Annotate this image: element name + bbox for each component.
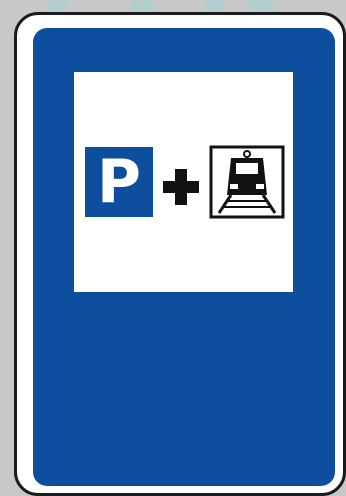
plus-icon: [163, 169, 199, 205]
parking-symbol: P: [85, 147, 153, 217]
parking-letter: P: [97, 147, 141, 217]
train-icon: [209, 145, 285, 219]
